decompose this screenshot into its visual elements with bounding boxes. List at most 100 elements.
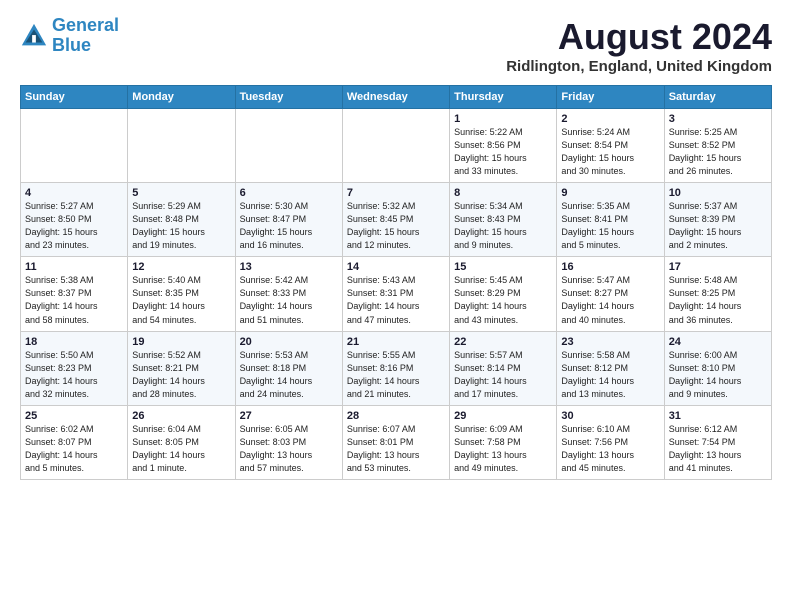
day-info: Sunrise: 5:34 AMSunset: 8:43 PMDaylight:… xyxy=(454,200,552,252)
day-info: Sunrise: 6:12 AMSunset: 7:54 PMDaylight:… xyxy=(669,423,767,475)
calendar-cell: 16Sunrise: 5:47 AMSunset: 8:27 PMDayligh… xyxy=(557,257,664,331)
week-row-2: 4Sunrise: 5:27 AMSunset: 8:50 PMDaylight… xyxy=(21,183,772,257)
day-info: Sunrise: 5:57 AMSunset: 8:14 PMDaylight:… xyxy=(454,349,552,401)
calendar-cell: 11Sunrise: 5:38 AMSunset: 8:37 PMDayligh… xyxy=(21,257,128,331)
day-number: 12 xyxy=(132,261,230,273)
day-number: 25 xyxy=(25,410,123,422)
calendar-cell: 31Sunrise: 6:12 AMSunset: 7:54 PMDayligh… xyxy=(664,405,771,479)
day-info: Sunrise: 5:38 AMSunset: 8:37 PMDaylight:… xyxy=(25,274,123,326)
day-number: 9 xyxy=(561,187,659,199)
week-row-5: 25Sunrise: 6:02 AMSunset: 8:07 PMDayligh… xyxy=(21,405,772,479)
day-info: Sunrise: 6:10 AMSunset: 7:56 PMDaylight:… xyxy=(561,423,659,475)
day-info: Sunrise: 6:04 AMSunset: 8:05 PMDaylight:… xyxy=(132,423,230,475)
day-number: 1 xyxy=(454,113,552,125)
calendar-cell: 17Sunrise: 5:48 AMSunset: 8:25 PMDayligh… xyxy=(664,257,771,331)
calendar-body: 1Sunrise: 5:22 AMSunset: 8:56 PMDaylight… xyxy=(21,109,772,480)
day-number: 22 xyxy=(454,336,552,348)
calendar-cell: 4Sunrise: 5:27 AMSunset: 8:50 PMDaylight… xyxy=(21,183,128,257)
month-title: August 2024 xyxy=(506,16,772,58)
day-info: Sunrise: 5:40 AMSunset: 8:35 PMDaylight:… xyxy=(132,274,230,326)
calendar-cell: 6Sunrise: 5:30 AMSunset: 8:47 PMDaylight… xyxy=(235,183,342,257)
day-info: Sunrise: 5:55 AMSunset: 8:16 PMDaylight:… xyxy=(347,349,445,401)
week-row-4: 18Sunrise: 5:50 AMSunset: 8:23 PMDayligh… xyxy=(21,331,772,405)
day-info: Sunrise: 5:24 AMSunset: 8:54 PMDaylight:… xyxy=(561,126,659,178)
logo-text: General Blue xyxy=(52,16,119,56)
day-number: 19 xyxy=(132,336,230,348)
logo: General Blue xyxy=(20,16,119,56)
calendar-cell xyxy=(235,109,342,183)
header: General Blue August 2024 Ridlington, Eng… xyxy=(20,16,772,75)
calendar-cell: 26Sunrise: 6:04 AMSunset: 8:05 PMDayligh… xyxy=(128,405,235,479)
logo-line1: General xyxy=(52,15,119,35)
day-info: Sunrise: 5:45 AMSunset: 8:29 PMDaylight:… xyxy=(454,274,552,326)
day-number: 29 xyxy=(454,410,552,422)
day-number: 16 xyxy=(561,261,659,273)
day-info: Sunrise: 5:58 AMSunset: 8:12 PMDaylight:… xyxy=(561,349,659,401)
day-number: 24 xyxy=(669,336,767,348)
calendar-cell: 25Sunrise: 6:02 AMSunset: 8:07 PMDayligh… xyxy=(21,405,128,479)
day-number: 18 xyxy=(25,336,123,348)
day-info: Sunrise: 5:27 AMSunset: 8:50 PMDaylight:… xyxy=(25,200,123,252)
logo-line2: Blue xyxy=(52,35,91,55)
weekday-header-thursday: Thursday xyxy=(450,86,557,109)
location: Ridlington, England, United Kingdom xyxy=(506,58,772,75)
weekday-header-monday: Monday xyxy=(128,86,235,109)
calendar-cell: 19Sunrise: 5:52 AMSunset: 8:21 PMDayligh… xyxy=(128,331,235,405)
day-number: 10 xyxy=(669,187,767,199)
day-info: Sunrise: 5:50 AMSunset: 8:23 PMDaylight:… xyxy=(25,349,123,401)
day-number: 15 xyxy=(454,261,552,273)
page: General Blue August 2024 Ridlington, Eng… xyxy=(0,0,792,490)
day-info: Sunrise: 6:05 AMSunset: 8:03 PMDaylight:… xyxy=(240,423,338,475)
day-number: 31 xyxy=(669,410,767,422)
day-info: Sunrise: 5:43 AMSunset: 8:31 PMDaylight:… xyxy=(347,274,445,326)
calendar-cell: 18Sunrise: 5:50 AMSunset: 8:23 PMDayligh… xyxy=(21,331,128,405)
weekday-header-saturday: Saturday xyxy=(664,86,771,109)
weekday-header-row: SundayMondayTuesdayWednesdayThursdayFrid… xyxy=(21,86,772,109)
logo-icon xyxy=(20,22,48,50)
weekday-header-wednesday: Wednesday xyxy=(342,86,449,109)
calendar-cell: 28Sunrise: 6:07 AMSunset: 8:01 PMDayligh… xyxy=(342,405,449,479)
day-info: Sunrise: 5:53 AMSunset: 8:18 PMDaylight:… xyxy=(240,349,338,401)
weekday-header-friday: Friday xyxy=(557,86,664,109)
day-info: Sunrise: 5:42 AMSunset: 8:33 PMDaylight:… xyxy=(240,274,338,326)
calendar-cell: 8Sunrise: 5:34 AMSunset: 8:43 PMDaylight… xyxy=(450,183,557,257)
day-number: 6 xyxy=(240,187,338,199)
day-number: 21 xyxy=(347,336,445,348)
day-number: 28 xyxy=(347,410,445,422)
day-number: 8 xyxy=(454,187,552,199)
day-number: 20 xyxy=(240,336,338,348)
day-info: Sunrise: 6:00 AMSunset: 8:10 PMDaylight:… xyxy=(669,349,767,401)
day-number: 14 xyxy=(347,261,445,273)
day-number: 26 xyxy=(132,410,230,422)
day-info: Sunrise: 5:22 AMSunset: 8:56 PMDaylight:… xyxy=(454,126,552,178)
week-row-3: 11Sunrise: 5:38 AMSunset: 8:37 PMDayligh… xyxy=(21,257,772,331)
day-info: Sunrise: 5:35 AMSunset: 8:41 PMDaylight:… xyxy=(561,200,659,252)
day-number: 2 xyxy=(561,113,659,125)
day-info: Sunrise: 5:52 AMSunset: 8:21 PMDaylight:… xyxy=(132,349,230,401)
calendar-table: SundayMondayTuesdayWednesdayThursdayFrid… xyxy=(20,85,772,480)
day-info: Sunrise: 5:48 AMSunset: 8:25 PMDaylight:… xyxy=(669,274,767,326)
calendar-cell: 3Sunrise: 5:25 AMSunset: 8:52 PMDaylight… xyxy=(664,109,771,183)
calendar-cell: 14Sunrise: 5:43 AMSunset: 8:31 PMDayligh… xyxy=(342,257,449,331)
calendar-cell: 29Sunrise: 6:09 AMSunset: 7:58 PMDayligh… xyxy=(450,405,557,479)
calendar-cell: 30Sunrise: 6:10 AMSunset: 7:56 PMDayligh… xyxy=(557,405,664,479)
day-info: Sunrise: 5:30 AMSunset: 8:47 PMDaylight:… xyxy=(240,200,338,252)
calendar-cell: 27Sunrise: 6:05 AMSunset: 8:03 PMDayligh… xyxy=(235,405,342,479)
calendar-cell: 24Sunrise: 6:00 AMSunset: 8:10 PMDayligh… xyxy=(664,331,771,405)
calendar-cell: 7Sunrise: 5:32 AMSunset: 8:45 PMDaylight… xyxy=(342,183,449,257)
calendar-cell: 2Sunrise: 5:24 AMSunset: 8:54 PMDaylight… xyxy=(557,109,664,183)
day-info: Sunrise: 5:25 AMSunset: 8:52 PMDaylight:… xyxy=(669,126,767,178)
day-info: Sunrise: 5:32 AMSunset: 8:45 PMDaylight:… xyxy=(347,200,445,252)
day-number: 3 xyxy=(669,113,767,125)
day-info: Sunrise: 6:02 AMSunset: 8:07 PMDaylight:… xyxy=(25,423,123,475)
title-block: August 2024 Ridlington, England, United … xyxy=(506,16,772,75)
day-number: 11 xyxy=(25,261,123,273)
calendar-cell: 9Sunrise: 5:35 AMSunset: 8:41 PMDaylight… xyxy=(557,183,664,257)
calendar-cell: 20Sunrise: 5:53 AMSunset: 8:18 PMDayligh… xyxy=(235,331,342,405)
calendar-cell: 10Sunrise: 5:37 AMSunset: 8:39 PMDayligh… xyxy=(664,183,771,257)
calendar-cell: 1Sunrise: 5:22 AMSunset: 8:56 PMDaylight… xyxy=(450,109,557,183)
calendar-cell: 5Sunrise: 5:29 AMSunset: 8:48 PMDaylight… xyxy=(128,183,235,257)
day-info: Sunrise: 5:37 AMSunset: 8:39 PMDaylight:… xyxy=(669,200,767,252)
day-info: Sunrise: 6:07 AMSunset: 8:01 PMDaylight:… xyxy=(347,423,445,475)
day-number: 30 xyxy=(561,410,659,422)
